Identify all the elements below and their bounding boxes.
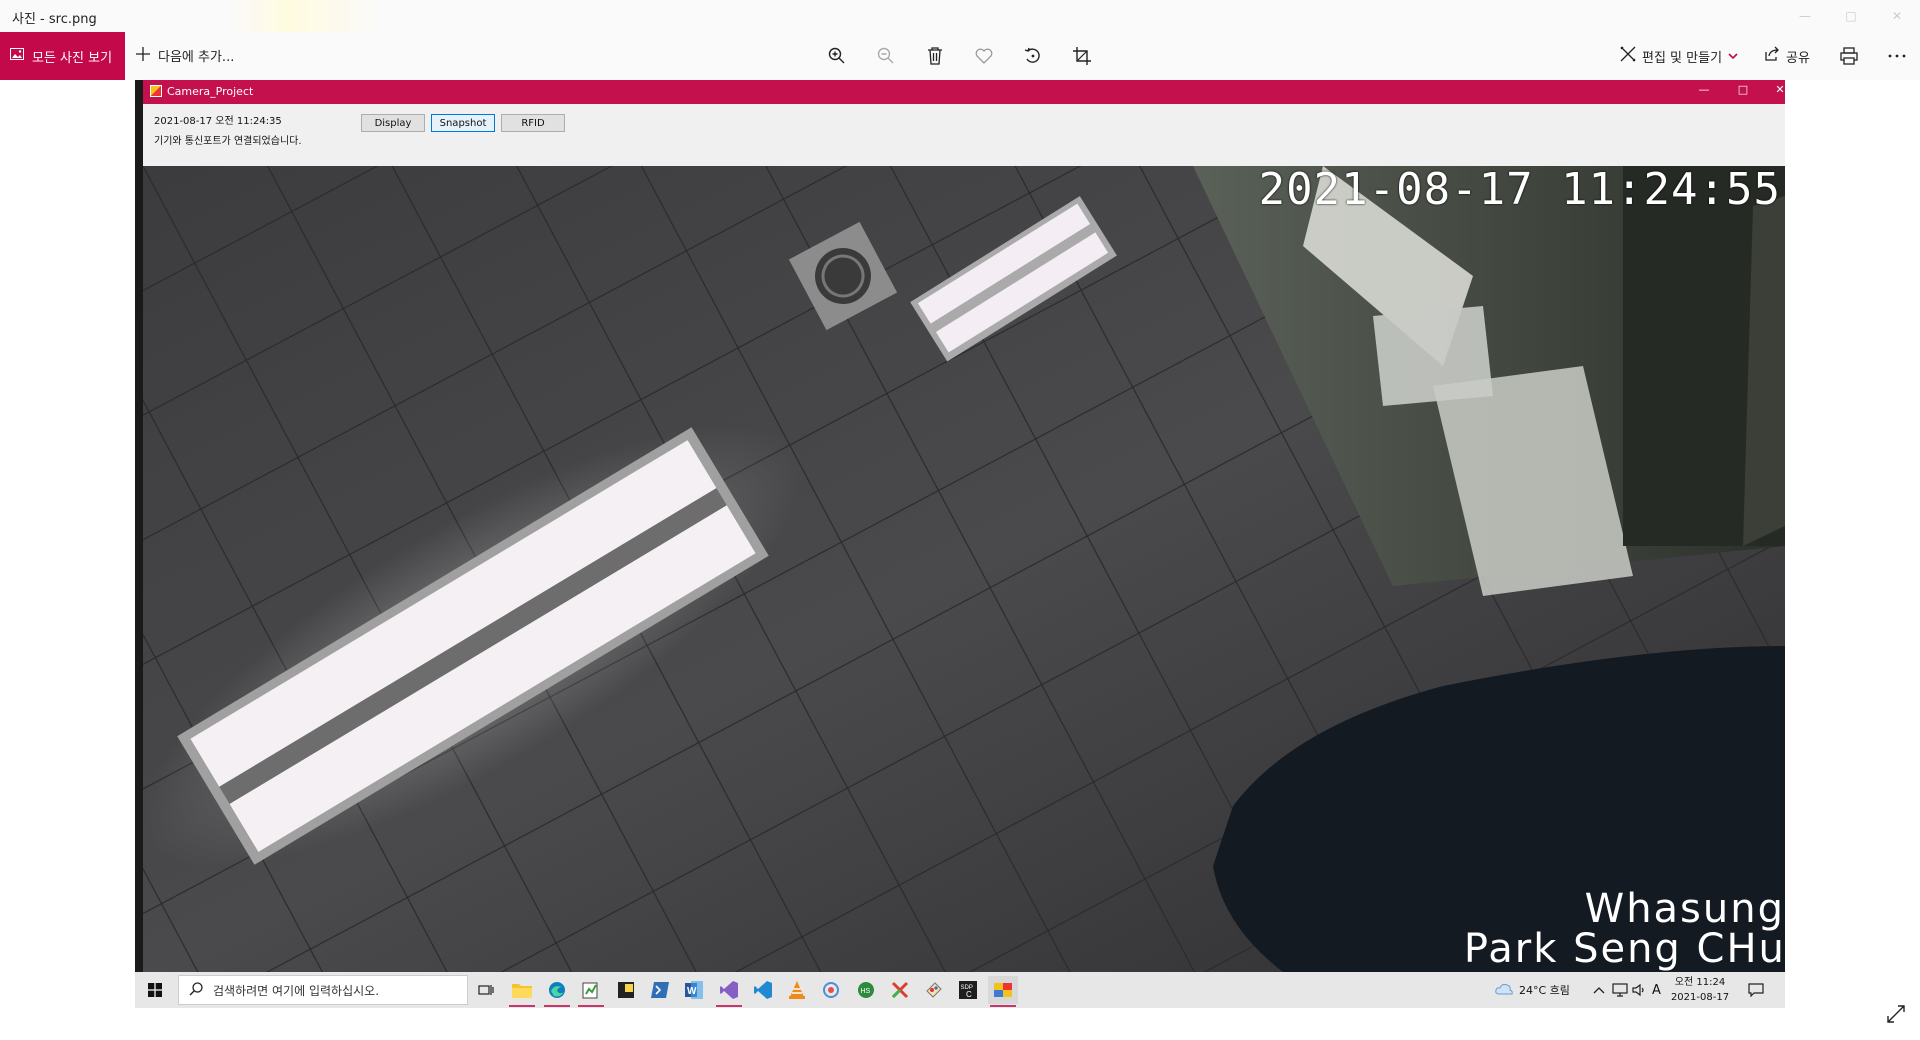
powershell-icon[interactable]: [645, 976, 675, 1004]
search-icon: [189, 981, 203, 999]
camera-close-button[interactable]: ✕: [1770, 83, 1790, 96]
cloud-icon: [1495, 983, 1513, 998]
datetime-label: 2021-08-17 오전 11:24:35: [154, 116, 282, 127]
windows-logo-icon: [148, 983, 162, 997]
add-to-label: 다음에 추가...: [158, 50, 235, 65]
camera-feed: 2021-08-17 11:24:55 Whasung Park Seng CH…: [143, 166, 1785, 972]
weather-text: 24°C 흐림: [1519, 984, 1570, 997]
all-photos-button[interactable]: 모든 사진 보기: [0, 32, 125, 80]
notification-icon[interactable]: [1748, 972, 1764, 1008]
minimize-button[interactable]: —: [1782, 0, 1828, 32]
network-icon[interactable]: [1612, 972, 1628, 1008]
network-tool-icon[interactable]: [816, 976, 846, 1004]
start-button[interactable]: [135, 972, 175, 1008]
zoom-out-icon[interactable]: [874, 44, 898, 68]
app-toolbar: 모든 사진 보기 다음에 추가... 편집 및 만들기 공유: [0, 32, 1920, 80]
display-button[interactable]: Display: [361, 114, 425, 132]
camera-window-title: Camera_Project: [167, 85, 254, 98]
share-label: 공유: [1786, 50, 1810, 66]
timestamp-overlay: 2021-08-17 11:24:55: [1258, 166, 1781, 215]
camera-minimize-button[interactable]: —: [1694, 83, 1714, 96]
taskbar-clock[interactable]: 오전 11:24 2021-08-17: [1670, 975, 1730, 1005]
status-label: 기기와 통신포트가 연결되었습니다.: [154, 136, 302, 147]
share-icon: [1764, 46, 1780, 66]
chevron-up-icon[interactable]: [1593, 972, 1605, 1008]
maximize-button[interactable]: □: [1828, 0, 1874, 32]
camera-control-panel: 2021-08-17 오전 11:24:35 기기와 통신포트가 연결되었습니다…: [143, 104, 1785, 166]
app-icon: [150, 85, 162, 97]
rfid-button[interactable]: RFID: [501, 114, 565, 132]
favorite-icon[interactable]: [972, 44, 996, 68]
xmind-icon[interactable]: [885, 976, 915, 1004]
camera-project-taskbar-icon[interactable]: [988, 976, 1018, 1007]
camera-maximize-button[interactable]: □: [1733, 83, 1753, 96]
search-placeholder: 검색하려면 여기에 입력하십시오.: [213, 983, 380, 998]
plus-icon: [136, 46, 150, 65]
delete-icon[interactable]: [923, 44, 947, 68]
expand-icon[interactable]: [1886, 1004, 1910, 1028]
taskbar-search-box[interactable]: 검색하려면 여기에 입력하십시오.: [178, 975, 468, 1005]
volume-icon[interactable]: [1632, 972, 1646, 1008]
svg-text:W: W: [687, 986, 697, 997]
app-titlebar: 사진 - src.png — □ ✕: [0, 0, 1920, 32]
app-title: 사진 - src.png: [12, 12, 97, 27]
svg-text:C: C: [966, 990, 972, 999]
close-button[interactable]: ✕: [1874, 0, 1920, 32]
share-button[interactable]: 공유: [1764, 46, 1810, 66]
add-to-button[interactable]: 다음에 추가...: [136, 46, 234, 65]
sdcc-icon[interactable]: SDP C: [953, 976, 983, 1004]
more-icon[interactable]: [1885, 44, 1909, 68]
task-view-icon[interactable]: [471, 976, 501, 1004]
weather-widget[interactable]: 24°C 흐림: [1495, 972, 1570, 1008]
snapshot-button[interactable]: Snapshot: [431, 114, 495, 132]
clock-date: 2021-08-17: [1670, 992, 1730, 1003]
edit-icon: [1620, 46, 1636, 66]
edge-icon[interactable]: [542, 976, 572, 1007]
svg-text:HS: HS: [861, 988, 871, 995]
camera-window-titlebar: Camera_Project — □ ✕: [143, 80, 1785, 104]
ime-indicator[interactable]: A: [1652, 972, 1661, 1008]
word-icon[interactable]: W: [679, 976, 709, 1004]
file-explorer-icon[interactable]: [507, 976, 537, 1007]
all-photos-label: 모든 사진 보기: [32, 50, 113, 66]
chevron-down-icon: [1728, 49, 1738, 64]
caption-overlay-line2: Park Seng CHul: [1463, 926, 1785, 972]
rotate-icon[interactable]: [1021, 44, 1045, 68]
vscode-icon[interactable]: [748, 976, 778, 1004]
vlc-icon[interactable]: [782, 976, 812, 1004]
zoom-in-icon[interactable]: [825, 44, 849, 68]
visual-studio-icon[interactable]: [714, 976, 744, 1007]
print-icon[interactable]: [1837, 44, 1861, 68]
hs-app-icon[interactable]: HS: [851, 976, 881, 1004]
sticky-notes-icon[interactable]: [611, 976, 641, 1004]
clock-time: 오전 11:24: [1674, 977, 1726, 988]
photos-icon: [10, 48, 24, 64]
window-edge: [135, 80, 143, 972]
taskbar: 검색하려면 여기에 입력하십시오. W HS SDP C 24°C 흐림 A 오…: [135, 972, 1785, 1008]
paint-icon[interactable]: [919, 976, 949, 1004]
edit-create-button[interactable]: 편집 및 만들기: [1620, 46, 1738, 66]
crop-icon[interactable]: [1070, 44, 1094, 68]
camera-feed-image: [143, 166, 1785, 972]
edit-create-label: 편집 및 만들기: [1642, 50, 1723, 66]
notepad-plus-icon[interactable]: [576, 976, 606, 1007]
